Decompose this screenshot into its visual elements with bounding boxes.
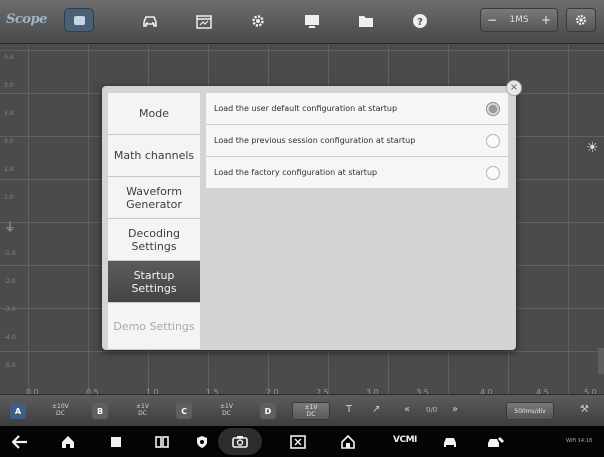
home-icon[interactable]: [58, 433, 78, 451]
timebase-value: 1MS: [509, 15, 529, 25]
back-icon[interactable]: [10, 433, 30, 451]
channel-b-coupling: DC: [138, 410, 147, 417]
radio-user-default[interactable]: [486, 101, 500, 116]
vci-icon[interactable]: VCMI: [393, 435, 417, 445]
timebase-decrease-button[interactable]: −: [487, 13, 497, 27]
close-dialog-button[interactable]: ×: [506, 80, 522, 96]
top-toolbar: Scope ? − 1MS +: [0, 0, 604, 44]
next-page-button[interactable]: »: [452, 404, 458, 415]
menu-item-waveform-generator[interactable]: Waveform Generator: [108, 177, 200, 219]
channel-c-scale[interactable]: ±1V DC: [220, 403, 233, 417]
settings-menu: Mode Math channels Waveform Generator De…: [108, 93, 200, 350]
app-logo: Scope: [6, 12, 47, 27]
channel-b-range: ±1V: [136, 403, 149, 410]
system-nav-bar: VCMI WiFi 14:18: [0, 426, 604, 457]
trigger-button[interactable]: T: [346, 404, 352, 415]
y-axis-label: -1.0: [4, 250, 16, 257]
y-axis-label: 2.0: [4, 166, 14, 173]
camera-icon[interactable]: [218, 428, 262, 455]
sample-rate-button[interactable]: 500ms/div: [506, 402, 554, 420]
option-label: Load the user default configuration at s…: [214, 104, 398, 113]
side-panel-handle[interactable]: [598, 348, 604, 374]
menu-item-mode[interactable]: Mode: [108, 93, 200, 135]
option-label: Load the factory configuration at startu…: [214, 168, 378, 177]
help-icon[interactable]: ?: [406, 8, 434, 34]
option-previous-session[interactable]: Load the previous session configuration …: [206, 125, 508, 157]
y-axis-label: 1.0: [4, 194, 14, 201]
timebase-increase-button[interactable]: +: [541, 13, 551, 27]
channel-c-badge[interactable]: C: [176, 403, 192, 419]
channel-c-range: ±1V: [220, 403, 233, 410]
menu-item-decoding-settings[interactable]: Decoding Settings: [108, 219, 200, 261]
wrench-icon[interactable]: ⚒: [580, 404, 589, 415]
radio-factory[interactable]: [486, 165, 500, 180]
menu-item-startup-settings[interactable]: Startup Settings: [108, 261, 200, 303]
autel-home-icon[interactable]: [338, 433, 358, 451]
option-label: Load the previous session configuration …: [214, 136, 416, 145]
y-axis-label: 3.0: [4, 110, 14, 117]
channel-d-coupling: DC: [306, 411, 316, 418]
menu-item-demo-settings: Demo Settings: [108, 303, 200, 350]
radio-previous-session[interactable]: [486, 133, 500, 148]
recents-icon[interactable]: [106, 433, 126, 451]
channel-ground-marker-icon[interactable]: ⏚: [4, 218, 16, 235]
split-screen-icon[interactable]: [152, 433, 172, 451]
menu-item-math-channels[interactable]: Math channels: [108, 135, 200, 177]
shield-icon[interactable]: [192, 433, 212, 451]
channel-d-range: ±1V: [304, 404, 318, 411]
channel-b-scale[interactable]: ±1V DC: [136, 403, 149, 417]
channel-bar: A ±10V DC B ±1V DC C ±1V DC D ±1V DC T ↗…: [0, 394, 604, 426]
svg-text:?: ?: [417, 17, 423, 28]
car-icon[interactable]: [136, 8, 164, 34]
channel-a-coupling: DC: [55, 410, 65, 417]
channel-a-badge[interactable]: A: [10, 403, 26, 419]
timebase-stepper[interactable]: − 1MS +: [480, 8, 558, 32]
monitor-icon[interactable]: [298, 8, 326, 34]
y-axis-label: -2.0: [4, 278, 16, 285]
folder-icon[interactable]: [352, 8, 380, 34]
y-axis-label: 3.0: [4, 138, 14, 145]
y-axis-label: 0.0: [4, 54, 14, 61]
channel-a-scale[interactable]: ±10V DC: [52, 403, 69, 417]
brightness-icon[interactable]: ☀: [586, 140, 599, 156]
channel-c-coupling: DC: [222, 410, 231, 417]
option-user-default[interactable]: Load the user default configuration at s…: [206, 93, 508, 125]
screenshot-icon[interactable]: [288, 433, 308, 451]
y-axis-label: -4.0: [4, 334, 16, 341]
startup-options-list: Load the user default configuration at s…: [206, 93, 508, 189]
car-icon[interactable]: [440, 433, 460, 451]
channel-d-scale[interactable]: ±1V DC: [292, 402, 330, 420]
y-axis-label: 3.0: [4, 82, 14, 89]
status-indicator: WiFi 14:18: [566, 438, 593, 444]
calendar-icon[interactable]: [190, 8, 218, 34]
y-axis-label: -3.0: [4, 306, 16, 313]
channel-b-badge[interactable]: B: [92, 403, 108, 419]
option-factory[interactable]: Load the factory configuration at startu…: [206, 157, 508, 189]
channel-toggle-button[interactable]: [64, 8, 94, 32]
prev-page-button[interactable]: «: [404, 404, 410, 415]
settings-dialog: Mode Math channels Waveform Generator De…: [102, 86, 516, 350]
y-axis-label: -5.0: [4, 362, 16, 369]
channel-a-range: ±10V: [52, 403, 69, 410]
channel-d-badge[interactable]: D: [260, 403, 276, 419]
trigger-edge-icon[interactable]: ↗: [372, 404, 380, 415]
page-indicator: 0/0: [426, 406, 438, 414]
settings-gear-icon[interactable]: [566, 8, 596, 32]
gear-icon[interactable]: [244, 8, 272, 34]
car-repair-icon[interactable]: [486, 433, 506, 451]
